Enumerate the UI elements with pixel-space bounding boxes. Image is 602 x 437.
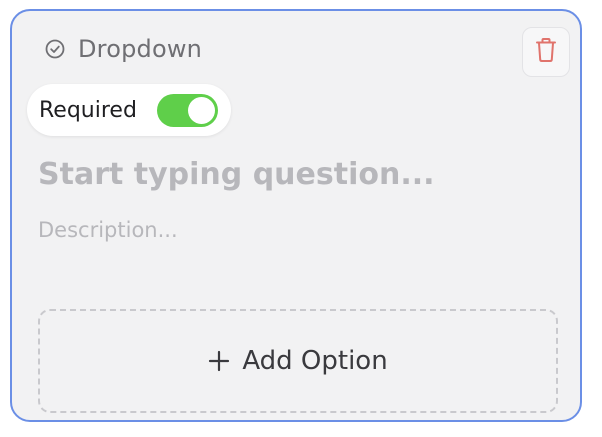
delete-question-button[interactable] bbox=[522, 27, 570, 77]
question-input[interactable] bbox=[38, 151, 558, 197]
required-toggle[interactable] bbox=[157, 94, 218, 127]
required-toggle-container: Required bbox=[27, 84, 231, 136]
dropdown-question-card: Dropdown Required Add Option bbox=[10, 9, 582, 422]
description-input[interactable] bbox=[38, 214, 558, 246]
add-option-button[interactable]: Add Option bbox=[38, 309, 558, 413]
check-circle-icon bbox=[44, 38, 66, 60]
question-type-header: Dropdown bbox=[44, 35, 202, 63]
question-type-label: Dropdown bbox=[78, 35, 203, 63]
toggle-knob bbox=[188, 97, 215, 124]
add-option-label: Add Option bbox=[242, 346, 388, 376]
plus-icon bbox=[208, 350, 230, 372]
required-label: Required bbox=[39, 97, 137, 123]
trash-icon bbox=[535, 37, 557, 67]
